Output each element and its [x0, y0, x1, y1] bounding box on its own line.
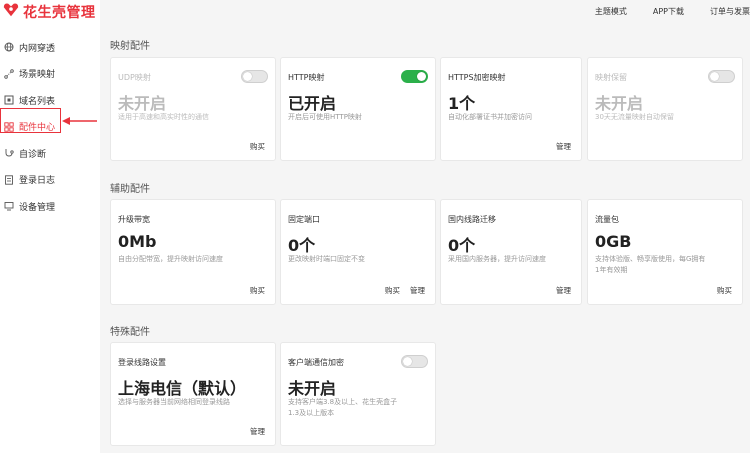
card-desc: 适用于高速和高实时性的通信	[118, 113, 209, 121]
card-udp-mapping: UDP映射 未开启 适用于高速和高实时性的通信 购买	[110, 57, 276, 161]
brand-name: 花生壳管理	[23, 5, 96, 21]
globe-icon	[4, 42, 14, 52]
sidebar-item-label: 配件中心	[19, 123, 56, 134]
sidebar-item-diagnose[interactable]: 自诊断	[0, 140, 100, 167]
card-domestic-line-migration: 国内线路迁移 0个 采用国内服务器，提升访问速度 管理	[440, 199, 582, 305]
card-title: 流量包	[595, 215, 619, 224]
udp-toggle[interactable]	[241, 70, 268, 83]
orders-invoices-link[interactable]: 订单与发票	[710, 6, 750, 17]
section-title-mapping: 映射配件	[110, 41, 150, 52]
card-value: 0Mb	[118, 232, 157, 251]
domain-icon	[4, 95, 14, 105]
card-https-mapping: HTTPS加密映射 1个 自动化部署证书并加密访问 管理	[440, 57, 582, 161]
peanut-logo-icon	[2, 1, 20, 23]
log-icon	[4, 175, 14, 185]
card-value: 未开启	[595, 94, 644, 113]
section-title-auxiliary: 辅助配件	[110, 184, 150, 195]
http-toggle[interactable]	[401, 70, 428, 83]
card-traffic-package: 流量包 0GB 支持体验版、畅享版使用，每G拥有 1年有效期 购买	[587, 199, 743, 305]
brand-logo[interactable]: 花生壳管理	[2, 2, 96, 22]
card-title: 国内线路迁移	[448, 215, 496, 224]
theme-mode-link[interactable]: 主题模式	[595, 6, 627, 17]
card-title: 客户端通信加密	[288, 358, 344, 367]
card-value: 上海电信（默认）	[118, 379, 247, 398]
card-desc: 支持体验版、畅享版使用，每G拥有 1年有效期	[595, 255, 706, 274]
section-title-special: 特殊配件	[110, 327, 150, 338]
card-value: 已开启	[288, 94, 337, 113]
card-title: HTTP映射	[288, 73, 325, 82]
buy-button[interactable]: 购买	[250, 141, 265, 152]
buy-button[interactable]: 购买	[385, 285, 400, 296]
diagnose-icon	[4, 148, 14, 158]
card-mapping-reserve: 映射保留 未开启 30天无流量映射自动保留	[587, 57, 743, 161]
card-desc: 选择与服务器当前网络相同登录线路	[118, 398, 230, 406]
card-value: 未开启	[118, 94, 167, 113]
card-title: 映射保留	[595, 73, 627, 82]
app-download-link[interactable]: APP下载	[653, 6, 684, 17]
card-desc: 自动化部署证书并加密访问	[448, 113, 532, 121]
card-title: 固定端口	[288, 215, 320, 224]
card-title: HTTPS加密映射	[448, 73, 506, 82]
card-login-line: 登录线路设置 上海电信（默认） 选择与服务器当前网络相同登录线路 管理	[110, 342, 276, 446]
buy-button[interactable]: 购买	[250, 285, 265, 296]
card-value: 未开启	[288, 379, 337, 398]
manage-button[interactable]: 管理	[410, 285, 425, 296]
grid-icon	[4, 122, 14, 132]
card-desc: 开启后可使用HTTP映射	[288, 113, 362, 121]
manage-button[interactable]: 管理	[556, 285, 571, 296]
pointer-arrow-icon	[62, 117, 97, 125]
card-desc: 30天无流量映射自动保留	[595, 113, 674, 121]
sidebar-item-label: 自诊断	[19, 149, 47, 160]
sidebar-item-label: 内网穿透	[19, 43, 56, 54]
sidebar-item-device-management[interactable]: 设备管理	[0, 193, 100, 220]
card-title: 升级带宽	[118, 215, 150, 224]
buy-button[interactable]: 购买	[717, 285, 732, 296]
client-encryption-toggle[interactable]	[401, 355, 428, 368]
sidebar-item-domain-list[interactable]: 域名列表	[0, 87, 100, 114]
manage-button[interactable]: 管理	[556, 141, 571, 152]
card-value: 0个	[448, 236, 476, 255]
card-desc: 更改映射时端口固定不变	[288, 255, 365, 263]
sidebar-item-scene-mapping[interactable]: 场景映射	[0, 61, 100, 88]
card-title: UDP映射	[118, 73, 151, 82]
card-value: 0GB	[595, 232, 632, 251]
sidebar: 花生壳管理 内网穿透 场景映射 域名列表 配件中心 自诊断 登录日志 设备管理	[0, 0, 100, 453]
top-bar: 主题模式 APP下载 订单与发票	[100, 0, 750, 22]
card-value: 0个	[288, 236, 316, 255]
card-desc: 支持客户端3.8及以上、花生壳盒子 1.3及以上版本	[288, 398, 398, 417]
card-desc: 采用国内服务器，提升访问速度	[448, 255, 546, 263]
route-icon	[4, 69, 14, 79]
card-bandwidth-upgrade: 升级带宽 0Mb 自由分配带宽，提升映射访问速度 购买	[110, 199, 276, 305]
sidebar-item-intranet[interactable]: 内网穿透	[0, 34, 100, 61]
mapping-reserve-toggle[interactable]	[708, 70, 735, 83]
device-icon	[4, 201, 14, 211]
sidebar-item-label: 设备管理	[19, 202, 56, 213]
sidebar-item-login-log[interactable]: 登录日志	[0, 167, 100, 194]
sidebar-item-label: 域名列表	[19, 96, 56, 107]
sidebar-item-label: 场景映射	[19, 70, 56, 81]
sidebar-nav: 内网穿透 场景映射 域名列表 配件中心 自诊断 登录日志 设备管理	[0, 34, 100, 220]
card-fixed-port: 固定端口 0个 更改映射时端口固定不变 购买 管理	[280, 199, 436, 305]
sidebar-item-label: 登录日志	[19, 176, 56, 187]
card-value: 1个	[448, 94, 476, 113]
card-desc: 自由分配带宽，提升映射访问速度	[118, 255, 223, 263]
card-title: 登录线路设置	[118, 358, 166, 367]
manage-button[interactable]: 管理	[250, 426, 265, 437]
card-http-mapping: HTTP映射 已开启 开启后可使用HTTP映射	[280, 57, 436, 161]
card-client-encryption: 客户端通信加密 未开启 支持客户端3.8及以上、花生壳盒子 1.3及以上版本	[280, 342, 436, 446]
